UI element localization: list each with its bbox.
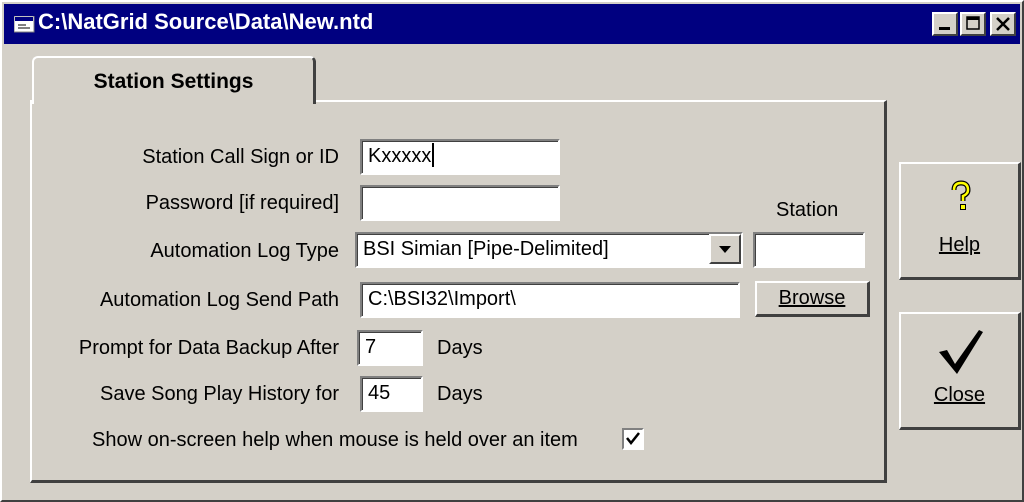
maximize-icon: [966, 16, 980, 30]
password-input[interactable]: [360, 185, 560, 221]
text-caret: [432, 143, 435, 167]
help-button[interactable]: Help: [899, 162, 1021, 280]
call-sign-label: Station Call Sign or ID: [142, 146, 339, 168]
close-label: Close: [933, 384, 986, 406]
history-unit-label: Days: [437, 383, 483, 405]
browse-button[interactable]: Browse: [755, 281, 870, 317]
history-label: Save Song Play History for: [100, 383, 339, 405]
minimize-button[interactable]: [932, 12, 958, 36]
checkmark-icon: [626, 432, 640, 446]
chevron-down-icon: [719, 246, 731, 253]
maximize-button[interactable]: [960, 12, 986, 36]
station-label: Station: [776, 199, 839, 221]
call-sign-value: Kxxxxx: [368, 145, 432, 167]
tab-label: Station Settings: [93, 70, 254, 93]
window-title: C:\NatGrid Source\Data\New.ntd: [38, 9, 374, 34]
help-checkbox-label: Show on-screen help when mouse is held o…: [92, 429, 578, 451]
backup-days-value: 7: [365, 336, 377, 358]
minimize-icon: [939, 27, 950, 30]
history-days-input[interactable]: 45: [360, 376, 423, 412]
question-mark-icon: [951, 180, 971, 210]
checkmark-icon: [939, 330, 983, 374]
app-icon: [14, 16, 35, 33]
backup-unit-label: Days: [437, 337, 483, 359]
close-icon: [996, 17, 1010, 31]
log-type-select[interactable]: BSI Simian [Pipe-Delimited]: [355, 232, 743, 268]
send-path-value: C:\BSI32\Import\: [368, 288, 516, 310]
backup-label: Prompt for Data Backup After: [78, 337, 339, 359]
tab-station-settings[interactable]: Station Settings: [32, 56, 316, 104]
app-window: C:\NatGrid Source\Data\New.ntd Station S…: [0, 0, 1024, 502]
send-path-label: Automation Log Send Path: [99, 289, 339, 311]
log-type-label: Automation Log Type: [150, 240, 339, 262]
help-checkbox[interactable]: [622, 428, 644, 450]
call-sign-input[interactable]: Kxxxxx: [360, 139, 560, 175]
browse-label: Browse: [778, 287, 846, 309]
password-label: Password [if required]: [145, 192, 339, 214]
close-button[interactable]: Close: [899, 312, 1021, 430]
backup-days-input[interactable]: 7: [357, 330, 423, 366]
help-label: Help: [938, 234, 981, 256]
send-path-input[interactable]: C:\BSI32\Import\: [360, 282, 740, 318]
log-type-value: BSI Simian [Pipe-Delimited]: [363, 238, 609, 260]
title-bar[interactable]: C:\NatGrid Source\Data\New.ntd: [4, 4, 1020, 44]
log-type-dropdown-button[interactable]: [709, 234, 741, 264]
station-input[interactable]: [753, 232, 865, 268]
history-days-value: 45: [368, 382, 391, 404]
close-window-button[interactable]: [990, 12, 1016, 36]
